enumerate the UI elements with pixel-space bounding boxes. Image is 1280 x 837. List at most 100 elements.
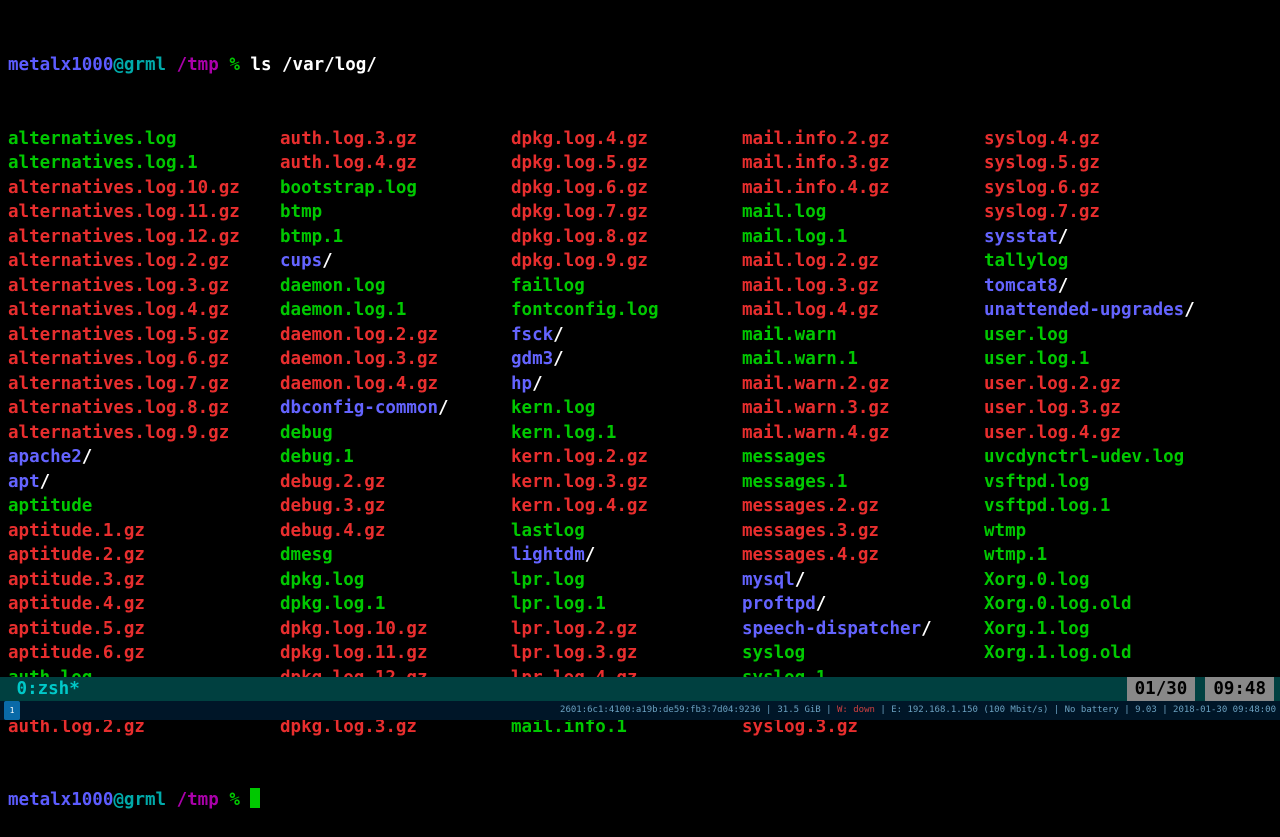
file-entry: alternatives.log.12.gz [8,225,280,250]
file-entry: debug.2.gz [280,470,511,495]
file-name: cups [280,251,322,271]
file-name: mail.warn.4.gz [742,423,890,443]
file-name: kern.log.4.gz [511,496,648,516]
tmux-window-list[interactable]: 0:zsh* [6,677,80,701]
file-entry: mail.warn.3.gz [742,396,984,421]
file-entry: alternatives.log.1 [8,151,280,176]
file-name: syslog.6.gz [984,178,1100,198]
file-name: auth.log.4.gz [280,153,417,173]
prompt-user: metalx1000 [8,55,113,75]
file-name: syslog.5.gz [984,153,1100,173]
file-name: btmp [280,202,322,222]
ls-column-5: syslog.4.gz syslog.5.gz syslog.6.gz syslog.… [984,127,1264,740]
file-entry: faillog [511,274,742,299]
file-entry: alternatives.log.6.gz [8,347,280,372]
file-entry: hp/ [511,372,742,397]
file-entry: tallylog [984,249,1264,274]
file-name: dpkg.log.8.gz [511,227,648,247]
file-entry: mail.log.2.gz [742,249,984,274]
status-eth-speed: (100 Mbit/s) [983,705,1048,715]
file-entry: dpkg.log.8.gz [511,225,742,250]
file-name: aptitude.1.gz [8,521,145,541]
file-name: kern.log.1 [511,423,616,443]
file-entry: dpkg.log.9.gz [511,249,742,274]
file-name: syslog.4.gz [984,129,1100,149]
file-entry: alternatives.log.5.gz [8,323,280,348]
file-entry: apache2/ [8,445,280,470]
file-entry: wtmp.1 [984,543,1264,568]
file-entry: alternatives.log.7.gz [8,372,280,397]
file-entry: mail.log [742,200,984,225]
file-entry: fsck/ [511,323,742,348]
file-name: user.log [984,325,1068,345]
prompt-path: /tmp [177,55,219,75]
file-name: aptitude.5.gz [8,619,145,639]
file-name: mail.warn.1 [742,349,858,369]
file-name: unattended-upgrades [984,300,1184,320]
file-name: btmp.1 [280,227,343,247]
dir-slash: / [82,447,93,467]
file-name: apache2 [8,447,82,467]
file-name: alternatives.log.3.gz [8,276,229,296]
file-name: messages.3.gz [742,521,879,541]
file-entry: messages.3.gz [742,519,984,544]
file-entry: fontconfig.log [511,298,742,323]
file-entry: lastlog [511,519,742,544]
file-name: mail.log.3.gz [742,276,879,296]
file-name: syslog.7.gz [984,202,1100,222]
file-name: user.log.1 [984,349,1089,369]
file-name: alternatives.log.12.gz [8,227,240,247]
status-eth-label: E: [891,705,902,715]
file-entry: daemon.log [280,274,511,299]
file-entry: dpkg.log.4.gz [511,127,742,152]
file-entry: lpr.log.2.gz [511,617,742,642]
file-name: wtmp.1 [984,545,1047,565]
file-name: aptitude.3.gz [8,570,145,590]
file-entry: debug.1 [280,445,511,470]
file-name: kern.log [511,398,595,418]
workspace-indicator[interactable]: 1 [4,701,24,721]
ls-column-2: auth.log.3.gzauth.log.4.gzbootstrap.logb… [280,127,511,740]
file-name: faillog [511,276,585,296]
prompt-sep: % [229,55,240,75]
dir-slash: / [1058,227,1069,247]
file-entry: alternatives.log.8.gz [8,396,280,421]
dir-slash: / [553,325,564,345]
file-name: dpkg.log.1 [280,594,385,614]
file-entry: uvcdynctrl-udev.log [984,445,1264,470]
file-name: tallylog [984,251,1068,271]
file-entry: messages.1 [742,470,984,495]
file-name: mail.log.4.gz [742,300,879,320]
file-name: aptitude.4.gz [8,594,145,614]
file-entry: debug [280,421,511,446]
file-entry: dbconfig-common/ [280,396,511,421]
file-name: uvcdynctrl-udev.log [984,447,1184,467]
ls-output: alternatives.logalternatives.log.1 altern… [8,127,1272,740]
file-entry: Xorg.1.log [984,617,1264,642]
file-name: user.log.2.gz [984,374,1121,394]
file-entry: dpkg.log.1 [280,592,511,617]
file-name: fsck [511,325,553,345]
file-entry: aptitude.2.gz [8,543,280,568]
file-name: messages [742,447,826,467]
file-name: alternatives.log.4.gz [8,300,229,320]
file-name: daemon.log.1 [280,300,406,320]
file-name: tomcat8 [984,276,1058,296]
file-entry: kern.log.4.gz [511,494,742,519]
file-name: messages.2.gz [742,496,879,516]
file-name: lpr.log.2.gz [511,619,637,639]
file-name: mail.log.2.gz [742,251,879,271]
file-entry: dpkg.log [280,568,511,593]
status-wifi: W: down [837,705,875,715]
file-entry: mail.log.4.gz [742,298,984,323]
prompt-at: @ [113,55,124,75]
ls-column-3: dpkg.log.4.gzdpkg.log.5.gzdpkg.log.6.gzd… [511,127,742,740]
file-entry: proftpd/ [742,592,984,617]
i3status-bar[interactable]: 1 2601:6c1:4100:a19b:de59:fb3:7d04:9236 … [0,701,1280,720]
file-entry: mail.warn.2.gz [742,372,984,397]
file-name: kern.log.3.gz [511,472,648,492]
file-name: aptitude.2.gz [8,545,145,565]
file-entry: alternatives.log [8,127,280,152]
file-entry: vsftpd.log.1 [984,494,1264,519]
file-entry: aptitude.1.gz [8,519,280,544]
